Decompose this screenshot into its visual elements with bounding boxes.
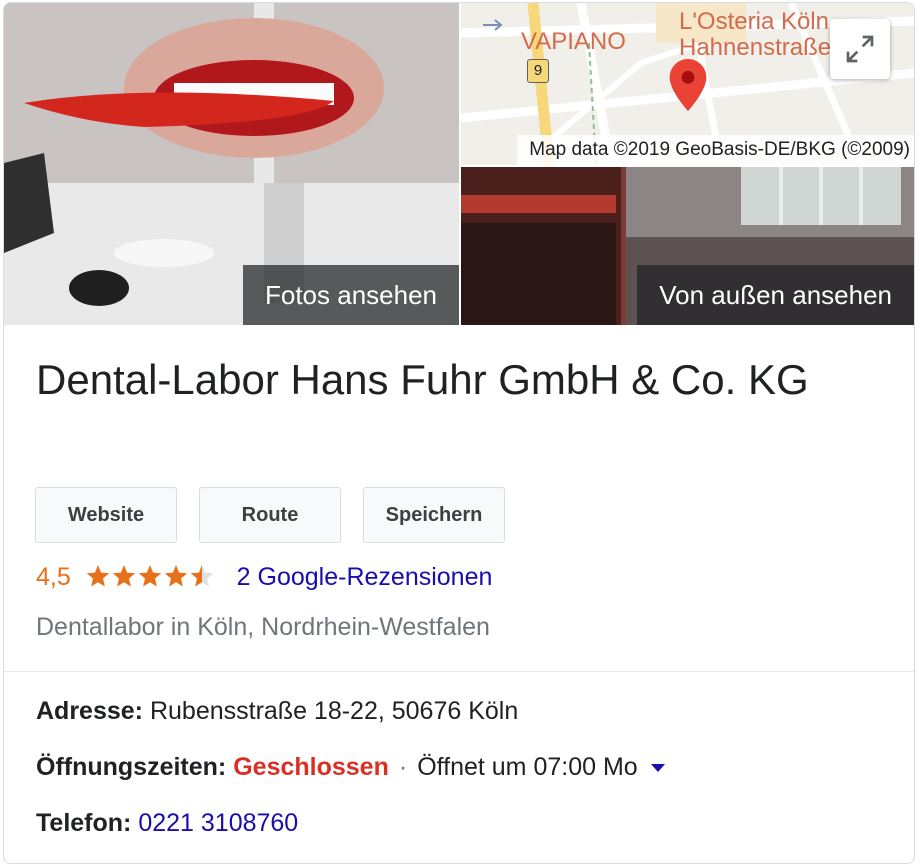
- map-label-vapiano: VAPIANO: [521, 28, 626, 55]
- map-credit: Map data ©2019 GeoBasis-DE/BKG (©2009): [517, 135, 914, 165]
- address-label: Adresse:: [36, 697, 143, 725]
- view-photos-label[interactable]: Fotos ansehen: [242, 265, 459, 325]
- street-view-photo[interactable]: Von außen ansehen: [461, 167, 914, 325]
- hours-label: Öffnungszeiten:: [36, 753, 227, 781]
- website-button[interactable]: Website: [35, 487, 177, 543]
- caret-down-icon[interactable]: [649, 762, 667, 774]
- rating-value: 4,5: [36, 563, 71, 591]
- route-button[interactable]: Route: [199, 487, 341, 543]
- phone-label: Telefon:: [36, 809, 132, 837]
- reviews-link[interactable]: 2 Google-Rezensionen: [237, 563, 493, 591]
- phone-row: Telefon: 0221 3108760: [36, 807, 298, 839]
- road-badge: 9: [527, 59, 549, 83]
- divider: [4, 671, 914, 672]
- map-expand-button[interactable]: [830, 19, 890, 79]
- main-photo[interactable]: Fotos ansehen: [4, 3, 459, 325]
- business-category: Dentallabor in Köln, Nordrhein-Westfalen: [36, 613, 490, 641]
- hours-row: Öffnungszeiten: Geschlossen · Öffnet um 07…: [36, 751, 667, 783]
- hours-status: Geschlossen: [233, 753, 389, 781]
- map-pin-icon[interactable]: [669, 59, 707, 111]
- save-button[interactable]: Speichern: [363, 487, 505, 543]
- map-label-osteria-line2: Hahnenstraße: [679, 34, 832, 61]
- rating-row: 4,5 2 Google-Rezensionen: [36, 561, 492, 593]
- rating-stars: [86, 561, 218, 593]
- view-outside-label[interactable]: Von außen ansehen: [637, 265, 914, 325]
- hours-separator: ·: [398, 753, 408, 781]
- hours-next-open[interactable]: Öffnet um 07:00 Mo: [417, 753, 638, 781]
- photo-grid: Fotos ansehen 9 VAPIANO L'Osteria Köln H…: [4, 3, 914, 325]
- business-name: Dental-Labor Hans Fuhr GmbH & Co. KG: [36, 356, 809, 403]
- map-preview[interactable]: 9 VAPIANO L'Osteria Köln Hahnenstraße Ma…: [461, 3, 914, 165]
- phone-link[interactable]: 0221 3108760: [138, 809, 298, 837]
- knowledge-panel: Fotos ansehen 9 VAPIANO L'Osteria Köln H…: [3, 2, 915, 864]
- map-label-osteria-line1: L'Osteria Köln: [679, 8, 829, 35]
- map-label-osteria: L'Osteria Köln Hahnenstraße: [679, 9, 831, 61]
- address-row: Adresse: Rubensstraße 18-22, 50676 Köln: [36, 695, 518, 727]
- address-value[interactable]: Rubensstraße 18-22, 50676 Köln: [150, 697, 518, 725]
- expand-icon: [846, 35, 874, 63]
- star-icon: [86, 565, 213, 587]
